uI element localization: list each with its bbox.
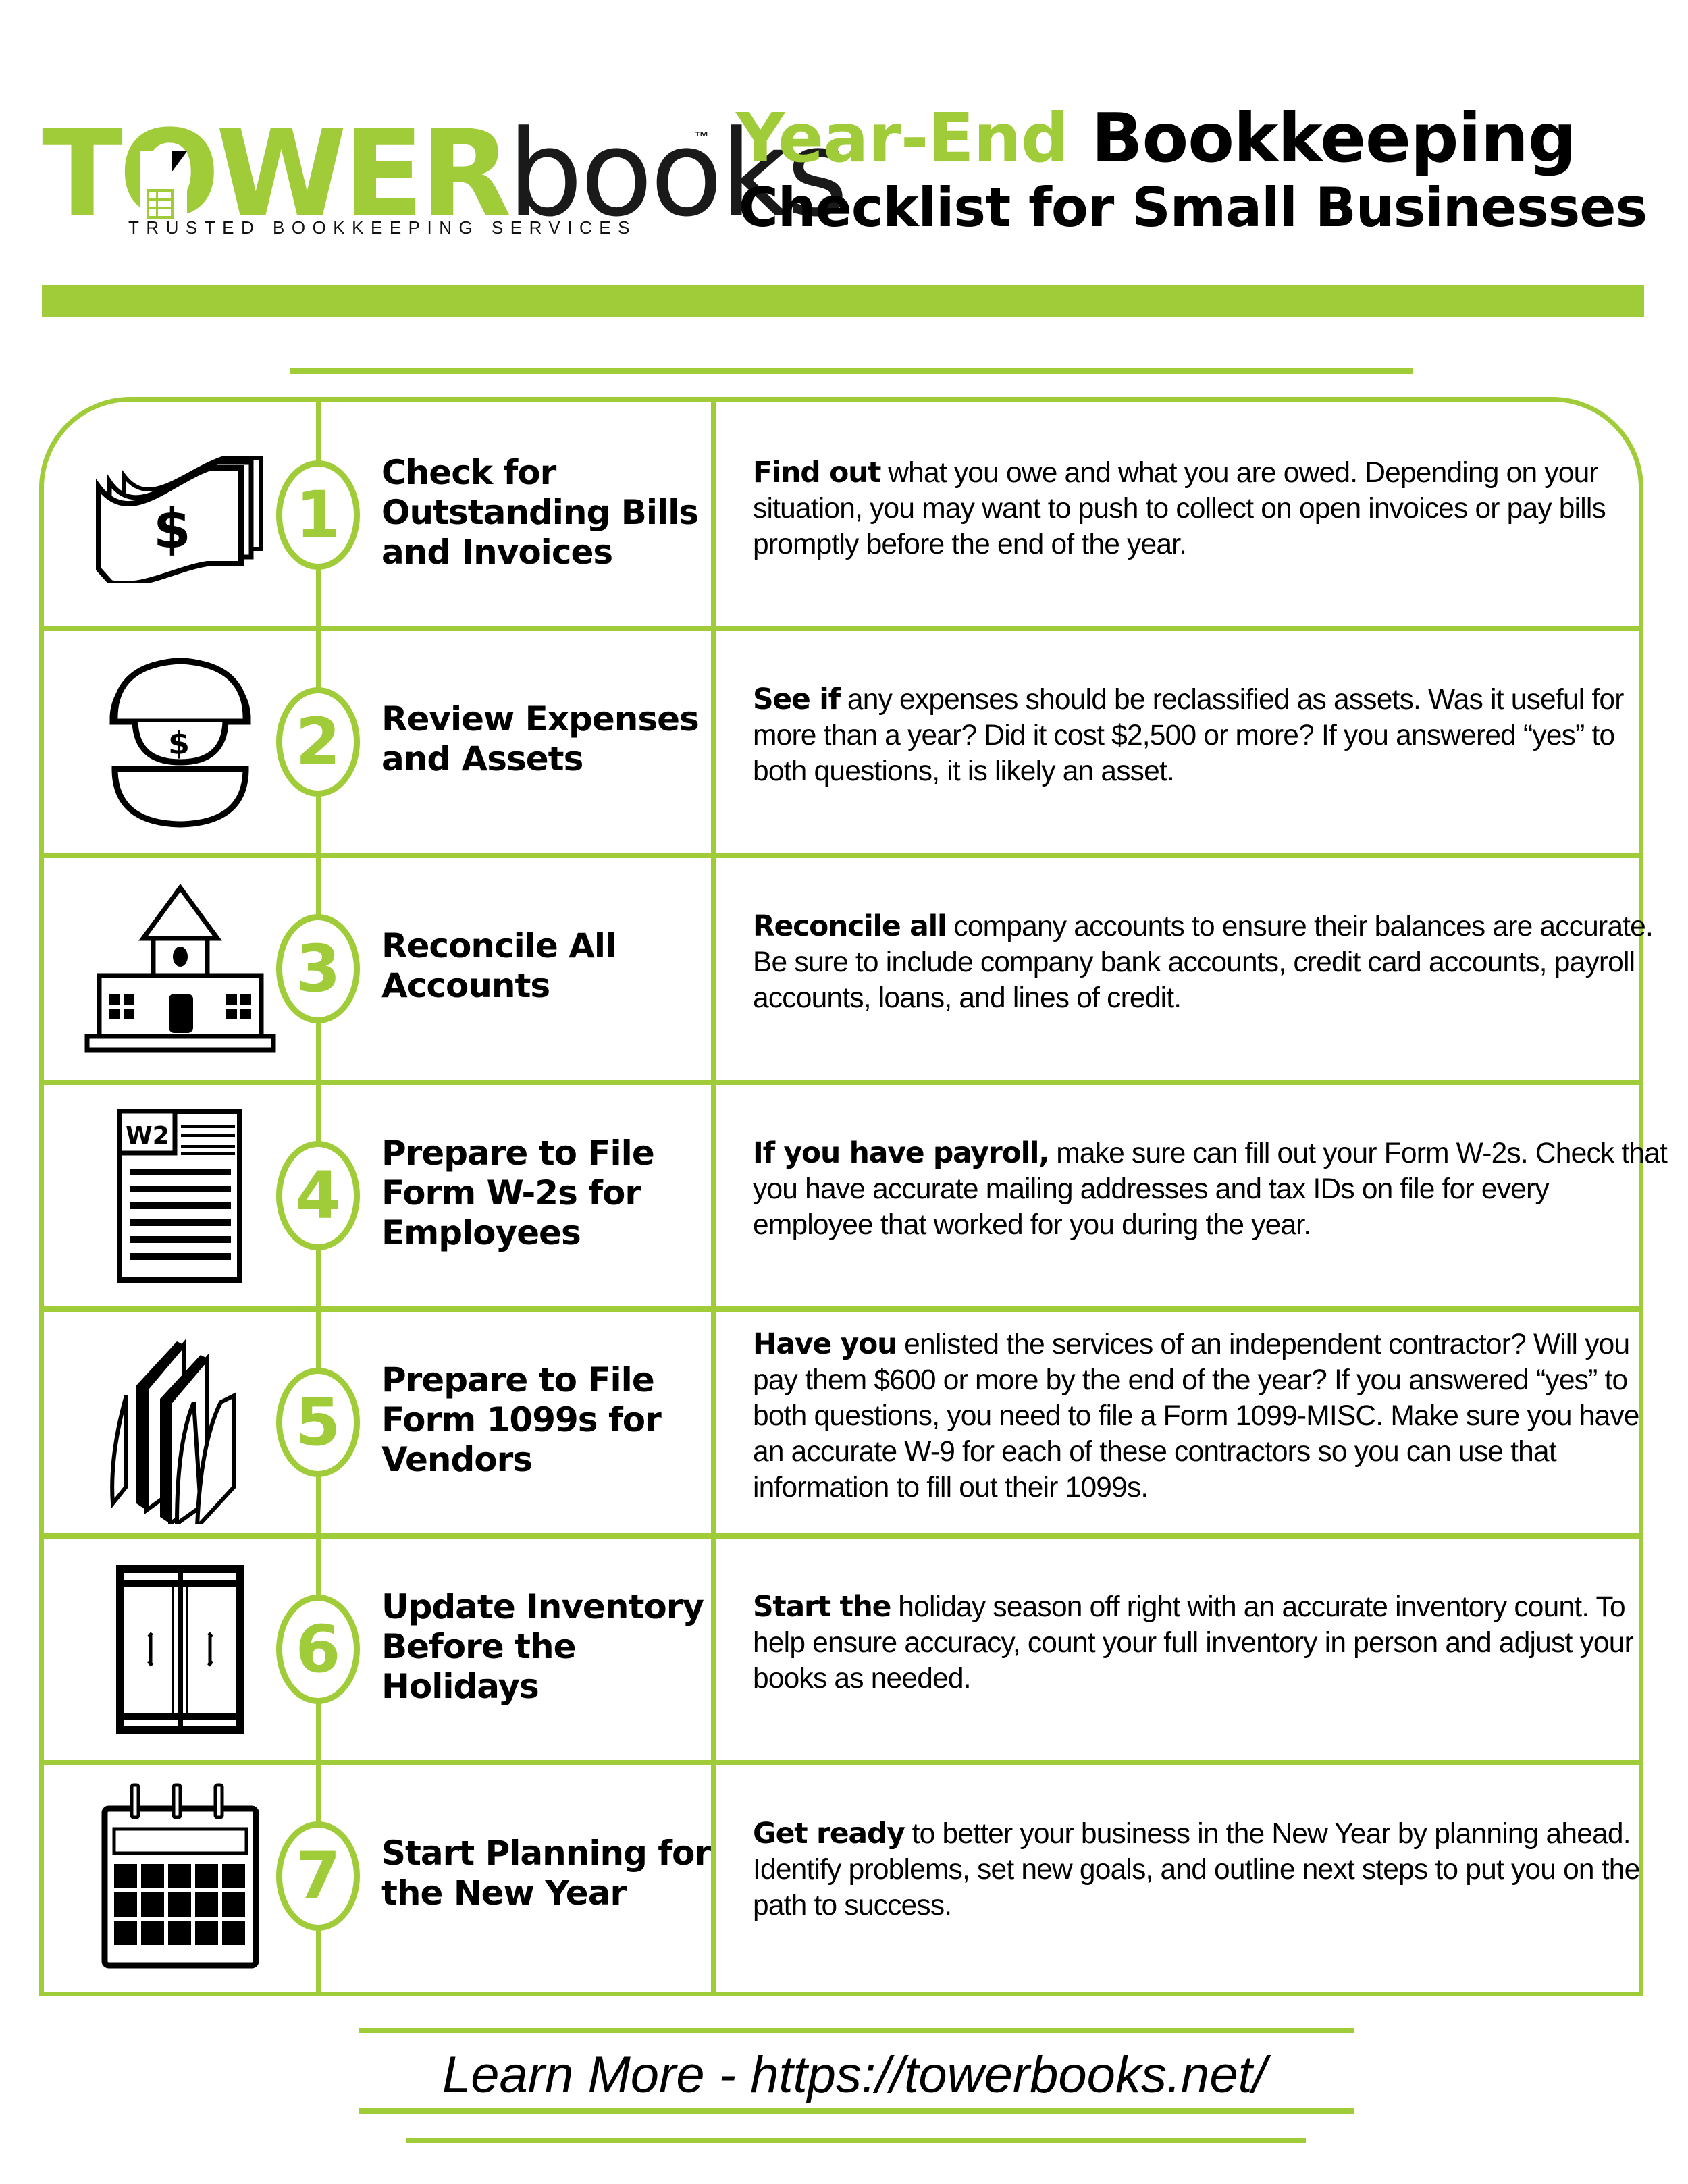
step-description-lead: See if [753,683,841,716]
step-title: Review Expenses and Assets [381,699,700,778]
title-word: Bookkeeping [1091,99,1576,178]
step-description-lead: Have you [753,1327,897,1361]
checklist-row: W2 4 Prepare to File Form W-2s for Employ… [44,1082,1668,1312]
step-title: Update Inventory Before the Holidays [381,1587,704,1706]
ledger-document-icon [140,151,187,221]
calendar-day-cell [194,1892,218,1917]
title-subline: Checklist for Small Businesses [739,176,1647,239]
page-title: Year-End Bookkeeping Checklist for Small… [736,101,1647,240]
file-folders-icon [44,1309,316,1536]
step-number-badge: 2 [276,687,360,797]
svg-text:$: $ [153,498,191,560]
checklist-row: 7 Start Planning for the New Year Get read… [44,1763,1640,1990]
step-number-badge: 3 [276,914,360,1023]
header-divider-bar [42,285,1644,317]
calendar-day-cell [113,1921,137,1945]
footer-label: Learn More - [442,2046,751,2104]
step-number-badge: 5 [276,1368,360,1477]
checklist-row: 6 Update Inventory Before the Holidays Sta… [44,1536,1639,1765]
footer-url-link[interactable]: https://towerbooks.net/ [750,2046,1267,2104]
calendar-day-cell [113,1892,137,1917]
checklist-table: $ 1 Check for Outstanding Bills and Invoi… [39,397,1668,1996]
footer-divider-last [406,2138,1306,2143]
step-description-lead: If you have payroll, [753,1136,1049,1170]
calendar-day-cell [167,1921,191,1945]
calendar-day-cell [221,1864,245,1888]
step-title: Start Planning for the New Year [381,1834,711,1913]
calendar-day-cell [167,1892,191,1917]
header-divider-line [290,368,1413,374]
calendar-day-cell [140,1892,164,1917]
step-description: Find out what you owe and what you are o… [753,455,1671,562]
calendar-day-cell [194,1864,218,1888]
calendar-day-cell [140,1864,164,1888]
money-bills-icon: $ [44,402,316,629]
step-description-lead: Reconcile all [753,909,947,943]
calendar-day-cell [140,1921,164,1945]
storage-cabinet-icon [44,1536,316,1763]
title-highlight: Year-End [736,99,1069,178]
step-description: Start the holiday season off right with … [753,1589,1671,1697]
coin-capsule-icon: $ [44,629,316,855]
step-number-badge: 6 [276,1595,360,1704]
logo-tagline: TRUSTED BOOKKEEPING SERVICES [128,217,637,238]
checklist-row: $ 1 Check for Outstanding Bills and Invoi… [44,402,1639,631]
step-description-lead: Start the [753,1590,891,1624]
calendar-icon [44,1763,316,1990]
step-description-text: any expenses should be reclassified as a… [753,683,1624,787]
footer-divider-top [359,2028,1354,2033]
step-description: See if any expenses should be reclassifi… [753,682,1671,789]
step-title: Check for Outstanding Bills and Invoices [381,452,699,572]
bank-building-icon [44,855,316,1082]
step-number-badge: 7 [276,1821,360,1931]
step-description: Have you enlisted the services of an ind… [753,1327,1671,1506]
trademark-symbol: ™ [694,128,709,145]
svg-text:W2: W2 [126,1122,169,1150]
calendar-day-cell [113,1864,137,1888]
step-description-text: what you owe and what you are owed. Depe… [753,456,1606,560]
step-description: Reconcile all company accounts to ensure… [753,909,1671,1016]
calendar-day-cell [194,1921,218,1945]
step-description: Get ready to better your business in the… [753,1816,1671,1923]
footer-learn-more: Learn More - https://towerbooks.net/ [442,2046,1267,2104]
step-number-badge: 1 [276,460,360,570]
calendar-day-cell [221,1921,245,1945]
step-title: Prepare to File Form W-2s for Employees [381,1133,655,1252]
step-description-lead: Get ready [753,1817,905,1850]
step-number-badge: 4 [276,1141,360,1250]
checklist-row: 5 Prepare to File Form 1099s for Vendors H… [44,1309,1639,1539]
step-title: Reconcile All Accounts [381,926,616,1005]
checklist-row: $ 2 Review Expenses and Assets See if any … [44,629,1639,858]
svg-text:$: $ [168,725,190,762]
step-title: Prepare to File Form 1099s for Vendors [381,1360,662,1479]
w2-form-icon: W2 [44,1082,316,1309]
calendar-day-cell [167,1864,191,1888]
step-description-lead: Find out [753,456,881,489]
logo: TOWERbooks ™ TRUSTED BOOKKEEPING SERVICE… [42,115,848,250]
checklist-row: 3 Reconcile All Accounts Reconcile all com… [44,855,1654,1085]
calendar-day-cell [221,1892,245,1917]
step-description: If you have payroll, make sure can fill … [753,1136,1671,1243]
footer-divider-bottom [359,2108,1354,2114]
